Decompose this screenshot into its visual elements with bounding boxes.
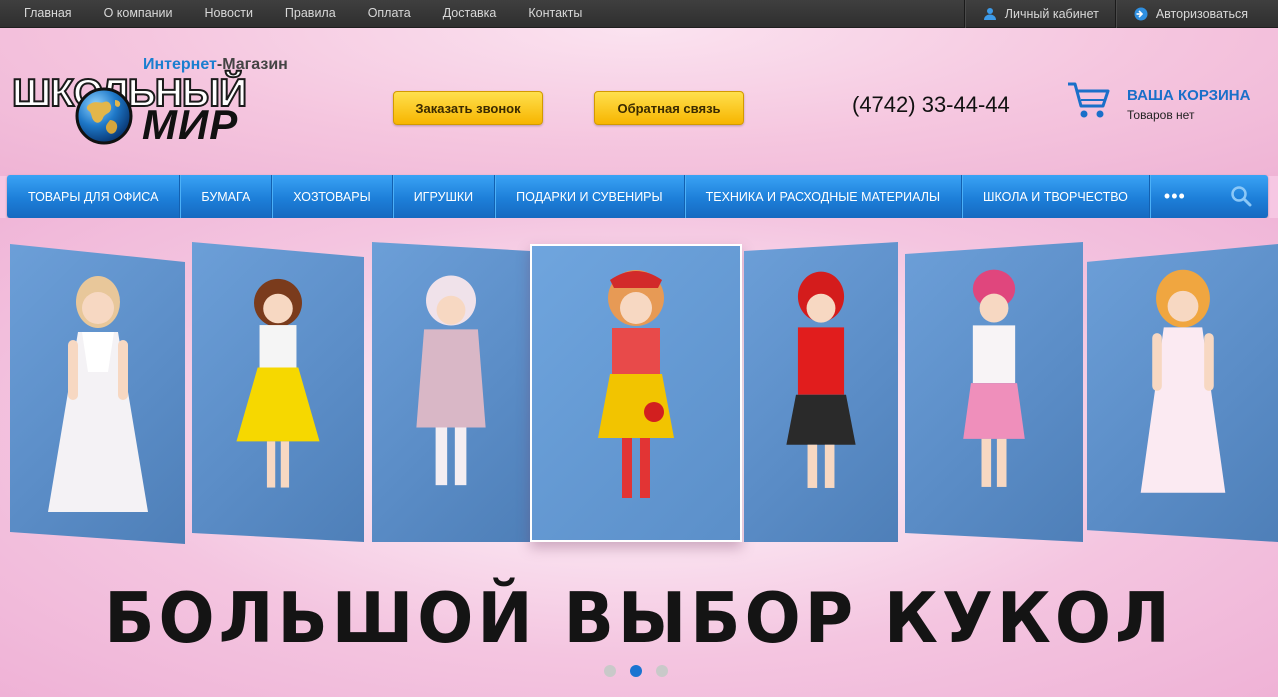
doll-panel-6 <box>905 242 1083 542</box>
doll-image <box>786 271 856 488</box>
top-link-contacts[interactable]: Контакты <box>512 0 598 28</box>
login-icon <box>1134 7 1148 21</box>
cart-icon[interactable] <box>1066 80 1110 120</box>
search-icon[interactable] <box>1230 185 1252 207</box>
slider-dot-3[interactable] <box>656 665 668 677</box>
doll-image <box>963 269 1025 487</box>
nav-item-household[interactable]: Хозтовары <box>272 175 393 218</box>
cart-status: Товаров нет <box>1127 108 1195 122</box>
hero-banner-slider[interactable]: БОЛЬШОЙ ВЫБОР КУКОЛ <box>0 218 1278 697</box>
phone-number: (4742) 33-44-44 <box>852 92 1010 117</box>
doll-panel-3 <box>372 242 530 542</box>
account-label: Личный кабинет <box>1004 7 1099 21</box>
top-link-news[interactable]: Новости <box>189 0 269 28</box>
order-call-button[interactable]: Заказать звонок <box>393 91 543 125</box>
site-header: Интернет-Магазин ШКОЛЬНЫЙ МИР Заказать з… <box>0 28 1278 176</box>
logo-word-2: МИР <box>142 101 239 148</box>
doll-panel-7 <box>1087 244 1278 542</box>
cart-title[interactable]: ВАША КОРЗИНА <box>1127 87 1250 104</box>
slider-dot-1[interactable] <box>604 665 616 677</box>
nav-item-school[interactable]: Школа и творчество <box>962 175 1150 218</box>
account-link[interactable]: Личный кабинет <box>963 0 1115 28</box>
top-link-delivery[interactable]: Доставка <box>427 0 513 28</box>
nav-more-button[interactable]: ••• <box>1150 175 1200 218</box>
doll-image <box>47 276 148 512</box>
top-link-about[interactable]: О компании <box>88 0 189 28</box>
logo-sub-part1: Интернет <box>143 56 217 73</box>
doll-image <box>598 270 674 498</box>
feedback-button[interactable]: Обратная связь <box>594 91 744 125</box>
doll-panel-4 <box>530 244 742 542</box>
doll-panel-1 <box>10 244 185 544</box>
top-link-payment[interactable]: Оплата <box>352 0 427 28</box>
slider-pagination <box>604 665 668 677</box>
doll-image <box>416 275 486 486</box>
doll-image <box>1140 269 1225 493</box>
site-logo[interactable]: Интернет-Магазин ШКОЛЬНЫЙ МИР <box>10 52 310 152</box>
logo-sub-part2: -Магазин <box>216 56 288 73</box>
nav-item-gifts[interactable]: Подарки и сувениры <box>495 175 685 218</box>
nav-item-office[interactable]: Товары для офиса <box>7 175 181 218</box>
globe-icon <box>75 87 133 145</box>
login-label: Авторизоваться <box>1155 7 1248 21</box>
top-link-home[interactable]: Главная <box>8 0 88 28</box>
top-account-area: Личный кабинет Авторизоваться <box>963 0 1278 28</box>
nav-item-paper[interactable]: Бумага <box>180 175 273 218</box>
banner-caption: БОЛЬШОЙ ВЫБОР КУКОЛ <box>104 578 1174 659</box>
main-category-nav: Товары для офиса Бумага Хозтовары Игрушк… <box>7 175 1268 218</box>
top-bar: Главная О компании Новости Правила Оплат… <box>0 0 1278 28</box>
doll-panel-5 <box>744 242 898 542</box>
login-link[interactable]: Авторизоваться <box>1114 0 1278 28</box>
top-nav-links: Главная О компании Новости Правила Оплат… <box>8 0 598 28</box>
doll-image <box>236 278 320 488</box>
nav-item-electronics[interactable]: Техника и расходные материалы <box>685 175 963 218</box>
slider-dot-2[interactable] <box>630 665 642 677</box>
nav-item-toys[interactable]: Игрушки <box>393 175 496 218</box>
doll-panel-2 <box>192 242 364 542</box>
user-icon <box>983 8 996 20</box>
top-link-rules[interactable]: Правила <box>269 0 352 28</box>
